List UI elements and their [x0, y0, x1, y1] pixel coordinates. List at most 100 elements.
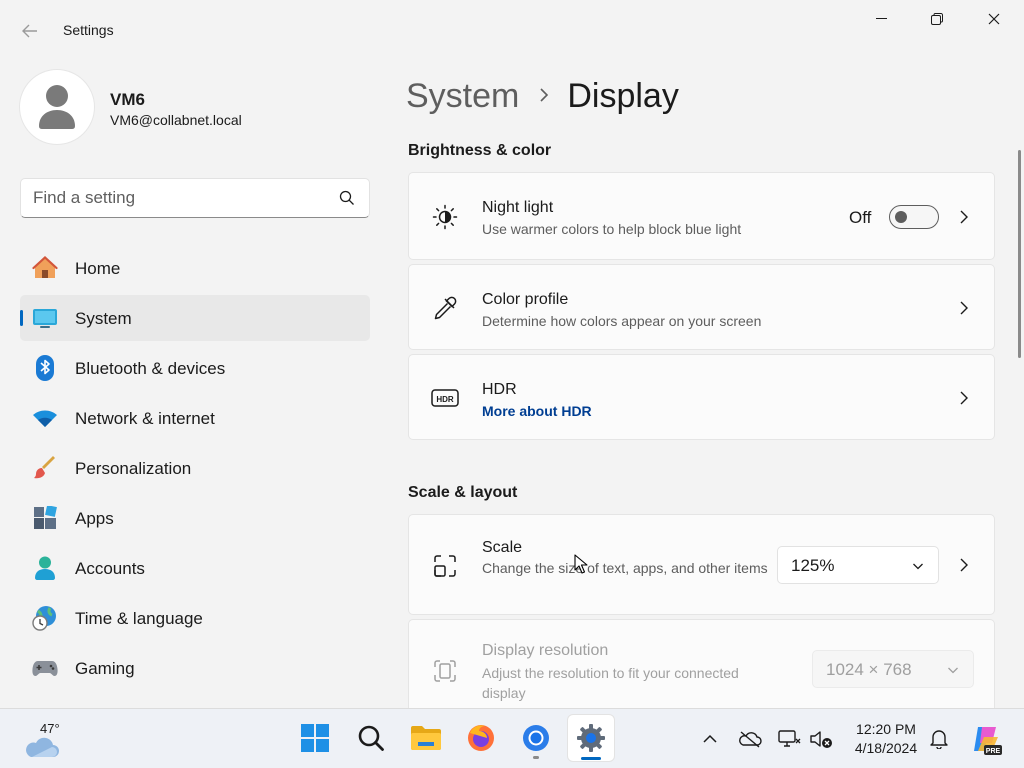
- taskbar-chrome[interactable]: [513, 715, 559, 761]
- chevron-right-icon[interactable]: [956, 557, 972, 573]
- sidebar-item-system[interactable]: System: [20, 295, 370, 341]
- sidebar-item-label: Bluetooth & devices: [75, 359, 226, 378]
- search-icon: [358, 725, 384, 751]
- weather-temperature: 47°: [40, 721, 60, 736]
- system-clock[interactable]: 12:20 PM 4/18/2024: [842, 720, 930, 758]
- minimize-icon: [876, 18, 887, 19]
- sidebar-item-label: Gaming: [75, 659, 135, 678]
- resolution-icon: [431, 657, 459, 685]
- scrollbar[interactable]: [1018, 150, 1021, 358]
- sidebar-item-home[interactable]: Home: [20, 245, 370, 291]
- night-light-title: Night light: [482, 199, 554, 216]
- close-button[interactable]: [971, 6, 1017, 32]
- display-resolution-row: Display resolution Adjust the resolution…: [408, 619, 995, 719]
- breadcrumb-chevron-icon: [539, 82, 549, 110]
- toggle-knob: [895, 211, 907, 223]
- sidebar-item-gaming[interactable]: Gaming: [20, 645, 370, 691]
- sidebar-item-label: Network & internet: [75, 409, 215, 428]
- system-icon: [32, 306, 58, 330]
- sidebar-item-label: System: [75, 309, 132, 328]
- scale-dropdown[interactable]: 125%: [777, 546, 939, 584]
- taskbar-firefox[interactable]: [458, 715, 504, 761]
- sidebar-item-bluetooth[interactable]: Bluetooth & devices: [20, 345, 370, 391]
- night-light-state: Off: [849, 208, 872, 227]
- bluetooth-icon: [32, 355, 58, 381]
- color-profile-row[interactable]: Color profile Determine how colors appea…: [408, 264, 995, 350]
- network-disconnected-icon: [778, 730, 801, 747]
- night-light-row[interactable]: Night light Use warmer colors to help bl…: [408, 172, 995, 260]
- scale-row[interactable]: Scale Change the size of text, apps, and…: [408, 514, 995, 615]
- copilot-icon: PRE: [974, 727, 1002, 755]
- active-app-indicator: [581, 757, 601, 760]
- hdr-title: HDR: [482, 381, 517, 398]
- sidebar-item-accounts[interactable]: Accounts: [20, 545, 370, 591]
- brush-icon: [32, 456, 58, 480]
- onedrive-offline-icon: [739, 731, 762, 748]
- apps-icon: [32, 506, 58, 530]
- resolution-value: 1024 × 768: [826, 660, 912, 679]
- volume-tray[interactable]: [809, 727, 833, 751]
- taskbar-file-explorer[interactable]: [403, 715, 449, 761]
- user-name: VM6: [110, 90, 145, 109]
- settings-icon: [577, 724, 605, 752]
- chevron-right-icon[interactable]: [956, 390, 972, 406]
- chevron-down-icon: [913, 563, 923, 570]
- copilot-button[interactable]: PRE: [970, 723, 1002, 755]
- wifi-icon: [32, 406, 58, 430]
- gamepad-icon: [32, 656, 58, 680]
- scale-value: 125%: [791, 556, 835, 575]
- sidebar-item-network[interactable]: Network & internet: [20, 395, 370, 441]
- breadcrumb-parent[interactable]: System: [406, 77, 519, 116]
- show-hidden-icons-button[interactable]: [698, 727, 722, 751]
- globe-clock-icon: [32, 606, 58, 631]
- bell-icon: [930, 730, 948, 749]
- back-arrow-icon: [22, 24, 37, 38]
- section-title-brightness: Brightness & color: [408, 142, 552, 159]
- breadcrumb: System Display: [406, 74, 679, 118]
- app-title: Settings: [63, 22, 114, 38]
- scale-title: Scale: [482, 539, 523, 556]
- chevron-up-icon: [703, 734, 717, 743]
- chevron-right-icon[interactable]: [956, 209, 972, 225]
- start-button[interactable]: [292, 715, 338, 761]
- color-profile-subtitle: Determine how colors appear on your scre…: [482, 313, 762, 329]
- resolution-dropdown: 1024 × 768: [812, 650, 974, 688]
- notifications-button[interactable]: [927, 727, 951, 751]
- night-light-subtitle: Use warmer colors to help block blue lig…: [482, 221, 742, 237]
- sidebar-item-label: Home: [75, 259, 121, 278]
- person-icon: [32, 556, 58, 580]
- hdr-row[interactable]: HDR HDR More about HDR: [408, 354, 995, 440]
- chevron-right-icon[interactable]: [956, 300, 972, 316]
- user-profile[interactable]: VM6 VM6@collabnet.local: [20, 70, 370, 150]
- restore-icon: [931, 13, 943, 25]
- firefox-icon: [468, 725, 494, 751]
- more-about-hdr-link[interactable]: More about HDR: [482, 403, 592, 419]
- chevron-down-icon: [948, 667, 958, 674]
- sidebar-item-personalization[interactable]: Personalization: [20, 445, 370, 491]
- settings-search-box[interactable]: [20, 178, 370, 218]
- sidebar-item-apps[interactable]: Apps: [20, 495, 370, 541]
- display-resolution-title: Display resolution: [482, 642, 609, 659]
- display-resolution-subtitle: Adjust the resolution to fit your connec…: [482, 665, 739, 701]
- brightness-icon: [431, 203, 459, 231]
- sidebar-item-label: Personalization: [75, 459, 192, 478]
- file-explorer-icon: [411, 726, 441, 750]
- search-icon[interactable]: [339, 190, 355, 206]
- onedrive-tray[interactable]: [738, 727, 762, 751]
- network-tray[interactable]: [777, 727, 801, 751]
- taskbar-search-button[interactable]: [348, 715, 394, 761]
- sidebar-item-label: Apps: [75, 509, 114, 528]
- home-icon: [32, 256, 58, 280]
- restore-button[interactable]: [914, 6, 960, 32]
- back-button[interactable]: [14, 18, 46, 44]
- weather-widget[interactable]: 47°: [24, 721, 64, 757]
- search-input[interactable]: [33, 187, 333, 209]
- section-title-scale-layout: Scale & layout: [408, 484, 518, 501]
- taskbar-settings[interactable]: [568, 715, 614, 761]
- night-light-toggle[interactable]: [889, 205, 939, 229]
- sidebar-item-time-language[interactable]: Time & language: [20, 595, 370, 641]
- minimize-button[interactable]: [859, 6, 905, 32]
- volume-muted-icon: [810, 731, 832, 748]
- sidebar-nav: Home System Bluetooth & devices Network …: [20, 245, 370, 695]
- svg-text:HDR: HDR: [436, 395, 454, 404]
